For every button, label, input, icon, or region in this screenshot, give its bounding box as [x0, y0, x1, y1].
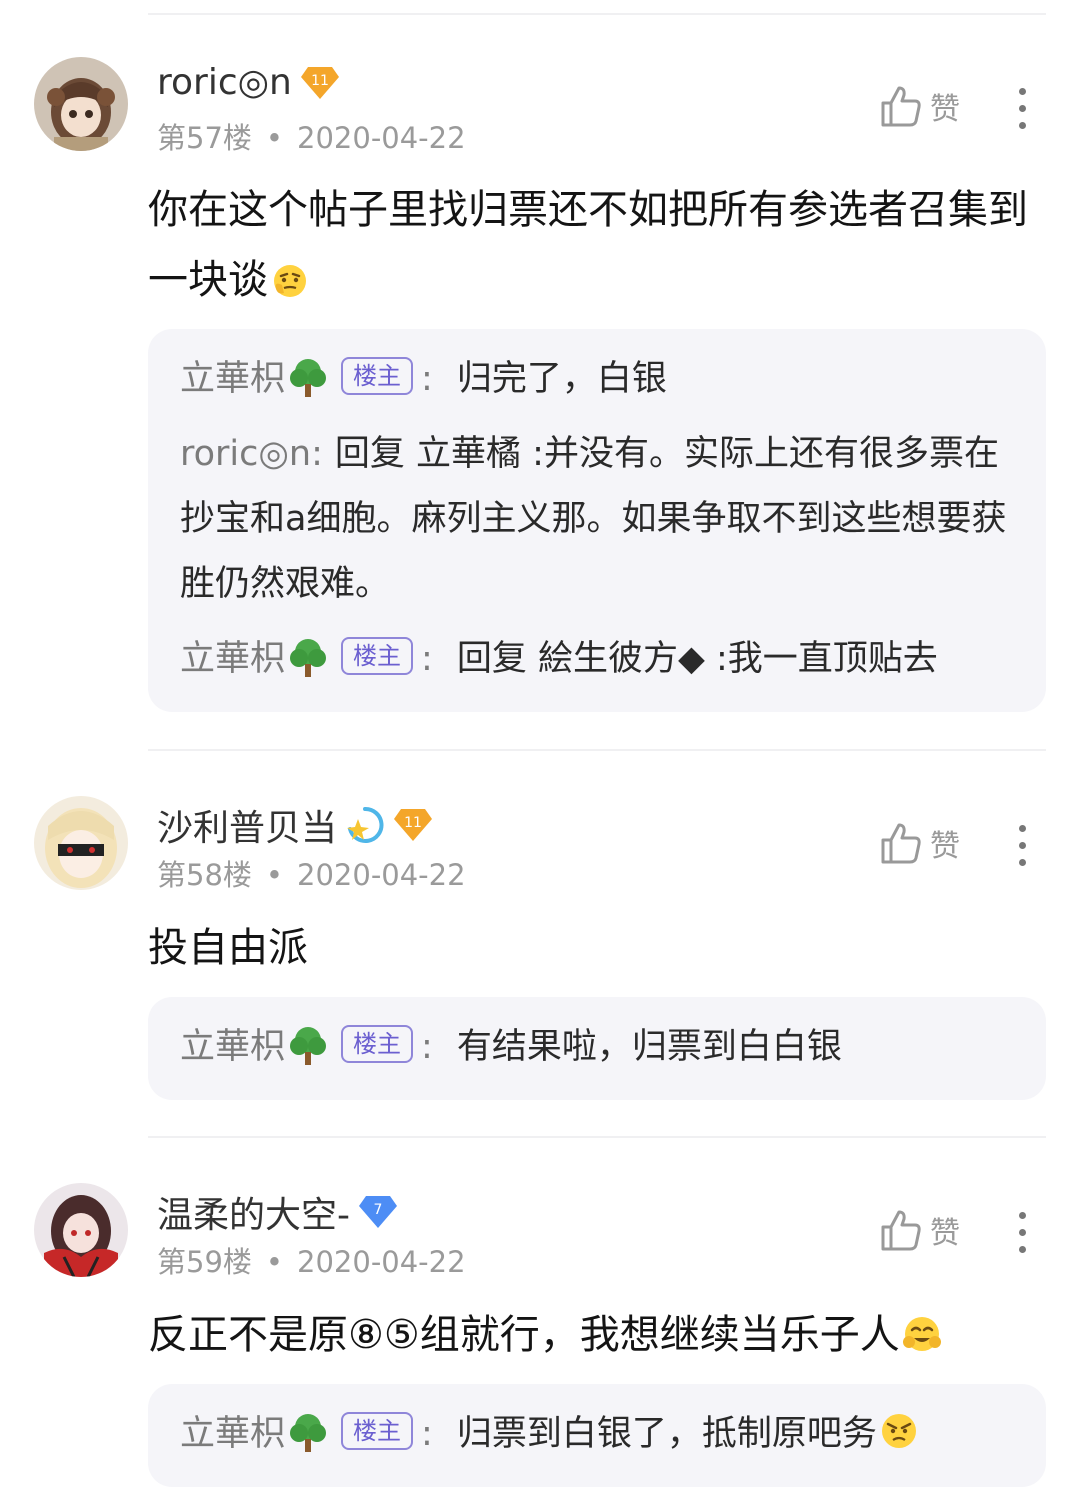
- reply-author[interactable]: 立華枳: [180, 639, 285, 679]
- svg-text:7: 7: [374, 1202, 383, 1218]
- more-options-icon[interactable]: [1014, 825, 1030, 866]
- reply-author[interactable]: roric◎n: [180, 434, 311, 474]
- tree-icon: [290, 1027, 327, 1065]
- meta-dot: •: [265, 1245, 284, 1279]
- reply-colon: :: [421, 1027, 433, 1067]
- thumbs-up-icon: [881, 1210, 921, 1251]
- post-content: 投自由派: [148, 913, 1038, 983]
- level-badge-icon: 11: [300, 66, 339, 99]
- meta-dot: •: [265, 858, 284, 892]
- like-label: 赞: [930, 92, 960, 127]
- reply-author[interactable]: 立華枳: [180, 1414, 285, 1454]
- like-button[interactable]: 赞: [880, 821, 960, 865]
- level-badge-icon: 7: [359, 1196, 397, 1228]
- reply-text: 归票到白银了，抵制原吧务: [456, 1414, 877, 1454]
- reply-colon: :: [421, 639, 433, 679]
- post-meta: 第57楼 • 2020-04-22: [157, 115, 466, 157]
- thumbs-up-icon: [881, 823, 921, 864]
- post-meta: 第59楼 • 2020-04-22: [157, 1239, 466, 1281]
- reply-box[interactable]: 立華枳 楼主: 归完了，白银 roric◎n: 回复 立華橘 :并没有。实际上还有很多…: [148, 329, 1046, 712]
- reply-box[interactable]: 立華枳 楼主: 归票到白银了，抵制原吧务: [148, 1384, 1046, 1487]
- op-badge: 楼主: [341, 357, 414, 395]
- post-content: 你在这个帖子里找归票还不如把所有参选者召集到一块谈: [148, 175, 1038, 315]
- angry-emoji-icon: [881, 1414, 916, 1448]
- svg-text:11: 11: [404, 815, 422, 831]
- floor-number: 第59楼: [157, 1245, 252, 1279]
- tree-icon: [290, 1414, 327, 1452]
- laughing-emoji-icon: [902, 1317, 941, 1351]
- more-options-icon[interactable]: [1014, 88, 1030, 129]
- more-options-icon[interactable]: [1014, 1212, 1030, 1253]
- username-text: 温柔的大空-: [157, 1195, 350, 1236]
- divider-top: [148, 13, 1046, 15]
- op-badge: 楼主: [341, 1025, 414, 1063]
- post-date: 2020-04-22: [297, 121, 466, 155]
- like-button[interactable]: 赞: [880, 84, 960, 128]
- avatar[interactable]: [34, 57, 128, 151]
- reply-colon: :: [421, 1414, 433, 1454]
- divider: [148, 749, 1046, 751]
- reply-box[interactable]: 立華枳 楼主: 有结果啦，归票到白白银: [148, 997, 1046, 1100]
- svg-text:11: 11: [311, 73, 329, 89]
- meta-dot: •: [265, 121, 284, 155]
- post-date: 2020-04-22: [297, 1245, 466, 1279]
- avatar[interactable]: [34, 1183, 128, 1277]
- sparkle-swirl-icon: [347, 806, 384, 843]
- like-label: 赞: [930, 829, 960, 864]
- username-text: 沙利普贝当: [157, 808, 338, 849]
- reply-text: 归完了，白银: [456, 359, 667, 399]
- op-badge: 楼主: [341, 1412, 414, 1450]
- reply-author[interactable]: 立華枳: [180, 359, 285, 399]
- floor-number: 第57楼: [157, 121, 252, 155]
- divider: [148, 1136, 1046, 1138]
- like-label: 赞: [930, 1216, 960, 1251]
- reply-item[interactable]: 立華枳 楼主: 归票到白银了，抵制原吧务: [180, 1402, 1014, 1467]
- username[interactable]: roric◎n 11: [157, 62, 340, 103]
- reply-author[interactable]: 立華枳: [180, 1027, 285, 1067]
- reply-text: 有结果啦，归票到白白银: [456, 1027, 842, 1067]
- username[interactable]: 沙利普贝当 11: [157, 799, 433, 851]
- reply-colon: :: [311, 434, 323, 474]
- thinking-emoji-icon: [274, 265, 306, 297]
- avatar[interactable]: [34, 796, 128, 890]
- op-badge: 楼主: [341, 637, 414, 675]
- like-button[interactable]: 赞: [880, 1208, 960, 1252]
- post-date: 2020-04-22: [297, 858, 466, 892]
- reply-text: 回复 絵生彼方◆ :我一直顶贴去: [456, 639, 938, 679]
- reply-colon: :: [421, 359, 433, 399]
- post-content-text: 投自由派: [148, 925, 308, 971]
- reply-item[interactable]: roric◎n: 回复 立華橘 :并没有。实际上还有很多票在抄宝和a细胞。麻列主义…: [180, 422, 1014, 617]
- tree-icon: [290, 359, 327, 397]
- username[interactable]: 温柔的大空- 7: [157, 1186, 398, 1238]
- post-meta: 第58楼 • 2020-04-22: [157, 852, 466, 894]
- thumbs-up-icon: [881, 86, 921, 127]
- post-content-text: 反正不是原⑧⑤组就行，我想继续当乐子人: [148, 1312, 900, 1358]
- username-text: roric◎n: [157, 62, 292, 103]
- floor-number: 第58楼: [157, 858, 252, 892]
- level-badge-icon: 11: [394, 809, 433, 841]
- tree-icon: [290, 639, 327, 677]
- reply-item[interactable]: 立華枳 楼主: 有结果啦，归票到白白银: [180, 1015, 1014, 1080]
- post-content: 反正不是原⑧⑤组就行，我想继续当乐子人: [148, 1300, 1038, 1370]
- reply-item[interactable]: 立華枳 楼主: 归完了，白银: [180, 347, 1014, 412]
- reply-item[interactable]: 立華枳 楼主: 回复 絵生彼方◆ :我一直顶贴去: [180, 627, 1014, 692]
